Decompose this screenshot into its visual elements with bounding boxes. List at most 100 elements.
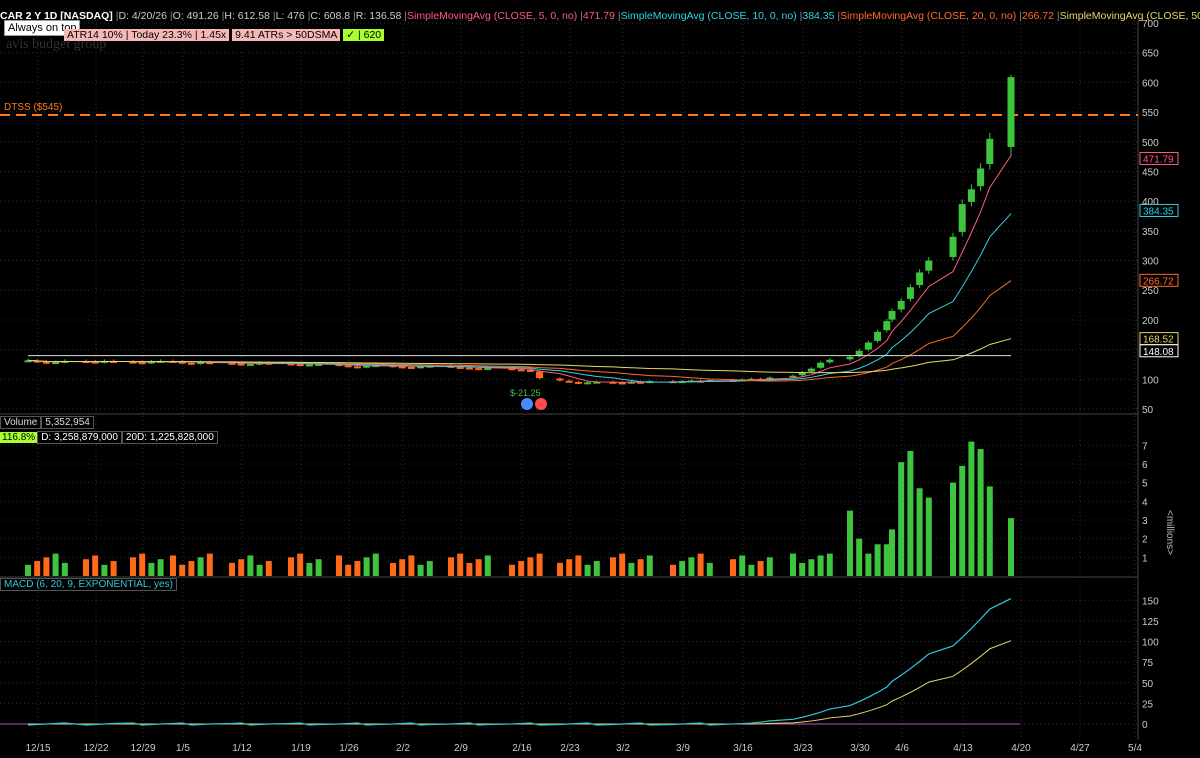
price-tick-label: 350	[1142, 227, 1159, 238]
price-candle	[807, 368, 815, 372]
x-tick-label: 4/13	[953, 743, 973, 754]
volume-bar	[179, 564, 186, 576]
high-value: H: 612.58	[224, 10, 270, 22]
volume-d: D: 3,258,879,000	[37, 431, 122, 444]
x-tick-label: 5/4	[1128, 743, 1142, 754]
price-badge-value: 168.52	[1143, 335, 1174, 346]
price-tick-label: 250	[1142, 286, 1159, 297]
volume-title[interactable]: Volume	[0, 416, 42, 429]
volume-bar	[475, 559, 482, 576]
volume-bar	[372, 553, 379, 576]
macd-line	[27, 598, 1012, 726]
price-tick-label: 100	[1142, 375, 1159, 386]
price-candle	[475, 368, 483, 371]
volume-tick-label: 2	[1142, 535, 1148, 546]
x-tick-label: 4/20	[1011, 743, 1031, 754]
volume-bar	[315, 559, 322, 576]
price-badge-value: 148.08	[1143, 347, 1174, 358]
x-tick-label: 3/30	[850, 743, 870, 754]
volume-bar	[959, 465, 966, 576]
volume-bar	[874, 544, 881, 576]
volume-bar	[790, 553, 796, 576]
price-candle	[864, 342, 872, 350]
macd-tick-label: 150	[1142, 596, 1159, 607]
volume-bar	[977, 449, 984, 576]
volume-bar	[628, 562, 635, 576]
sma5-label[interactable]: SimpleMovingAvg (CLOSE, 5, 0, no)	[407, 8, 577, 24]
volume-bar	[865, 553, 872, 576]
volume-bar	[670, 564, 676, 576]
price-candle	[344, 365, 352, 368]
price-candle	[517, 369, 525, 372]
volume-bar	[1008, 518, 1014, 576]
volume-bar	[566, 559, 573, 576]
sma10-label[interactable]: SimpleMovingAvg (CLOSE, 10, 0, no)	[621, 8, 797, 24]
x-tick-label: 1/12	[232, 743, 252, 754]
volume-bar	[170, 555, 176, 576]
price-candle	[407, 366, 415, 369]
chart-canvas[interactable]: 5010015020025030035040045050055060065070…	[0, 0, 1200, 758]
sma20-value: 266.72	[1021, 10, 1054, 22]
volume-tick-label: 1	[1142, 553, 1148, 564]
price-candle	[138, 362, 146, 365]
x-tick-label: 2/2	[396, 743, 410, 754]
sma20-label[interactable]: SimpleMovingAvg (CLOSE, 20, 0, no)	[840, 8, 1016, 24]
price-candle	[986, 138, 994, 165]
volume-bar	[706, 562, 713, 576]
volume-bar	[739, 555, 746, 576]
x-tick-label: 2/16	[512, 743, 532, 754]
price-candle	[52, 362, 60, 365]
price-tick-label: 500	[1142, 138, 1159, 149]
price-candle	[465, 367, 473, 370]
atr-50dsma-info: 9.41 ATRs > 50DSMA	[232, 29, 341, 41]
macd-tick-label: 50	[1142, 679, 1154, 690]
price-candle	[826, 359, 834, 363]
company-watermark: avis budget group	[6, 37, 107, 52]
dtss-label: DTSS ($545)	[4, 102, 63, 113]
macd-title[interactable]: MACD (6, 20, 9, EXPONENTIAL, yes)	[0, 578, 177, 591]
volume-bar	[757, 561, 764, 576]
volume-bar	[83, 559, 89, 576]
volume-bar	[61, 562, 68, 576]
earnings-value: $-21.25	[510, 388, 541, 398]
volume-bar	[197, 557, 204, 576]
volume-bar	[43, 557, 50, 576]
price-candle	[353, 366, 361, 369]
price-candle	[246, 363, 254, 366]
macd-tick-label: 75	[1142, 658, 1154, 669]
volume-bar	[593, 561, 600, 576]
macd-tick-label: 25	[1142, 699, 1154, 710]
sma50-label[interactable]: SimpleMovingAvg (CLOSE, 50, 0,...	[1060, 8, 1200, 24]
macd-tick-label: 125	[1142, 617, 1159, 628]
study-header: CAR 2 Y 1D [NASDAQ] | D: 4/20/26 | O: 49…	[0, 8, 1200, 24]
price-candle	[874, 331, 882, 341]
volume-header: Volume 5,352,954	[0, 416, 94, 430]
price-candle	[888, 311, 896, 320]
volume-bar	[139, 553, 146, 576]
macd-tick-label: 100	[1142, 638, 1159, 649]
sma5-value: 471.79	[582, 10, 615, 22]
volume-bar	[336, 555, 342, 576]
volume-bar	[817, 555, 824, 576]
volume-bar	[907, 450, 914, 576]
volume-bar	[265, 561, 272, 576]
volume-bar	[426, 561, 433, 576]
price-candle	[958, 204, 966, 232]
volume-bar	[52, 553, 59, 576]
price-candle	[906, 287, 914, 299]
volume-bar	[950, 482, 956, 576]
price-candle	[846, 356, 854, 360]
price-candle	[916, 272, 924, 286]
x-tick-label: 3/16	[733, 743, 753, 754]
price-tick-label: 200	[1142, 316, 1159, 327]
volume-bar	[363, 557, 370, 576]
volume-bar	[619, 553, 626, 576]
price-candle	[584, 382, 592, 385]
volume-bar	[730, 559, 736, 576]
volume-bar	[229, 562, 235, 576]
x-tick-label: 4/6	[895, 743, 909, 754]
volume-bar	[509, 564, 515, 576]
volume-bar	[925, 497, 932, 576]
volume-unit-label: <millions>	[1164, 510, 1175, 556]
volume-bar	[688, 557, 695, 576]
